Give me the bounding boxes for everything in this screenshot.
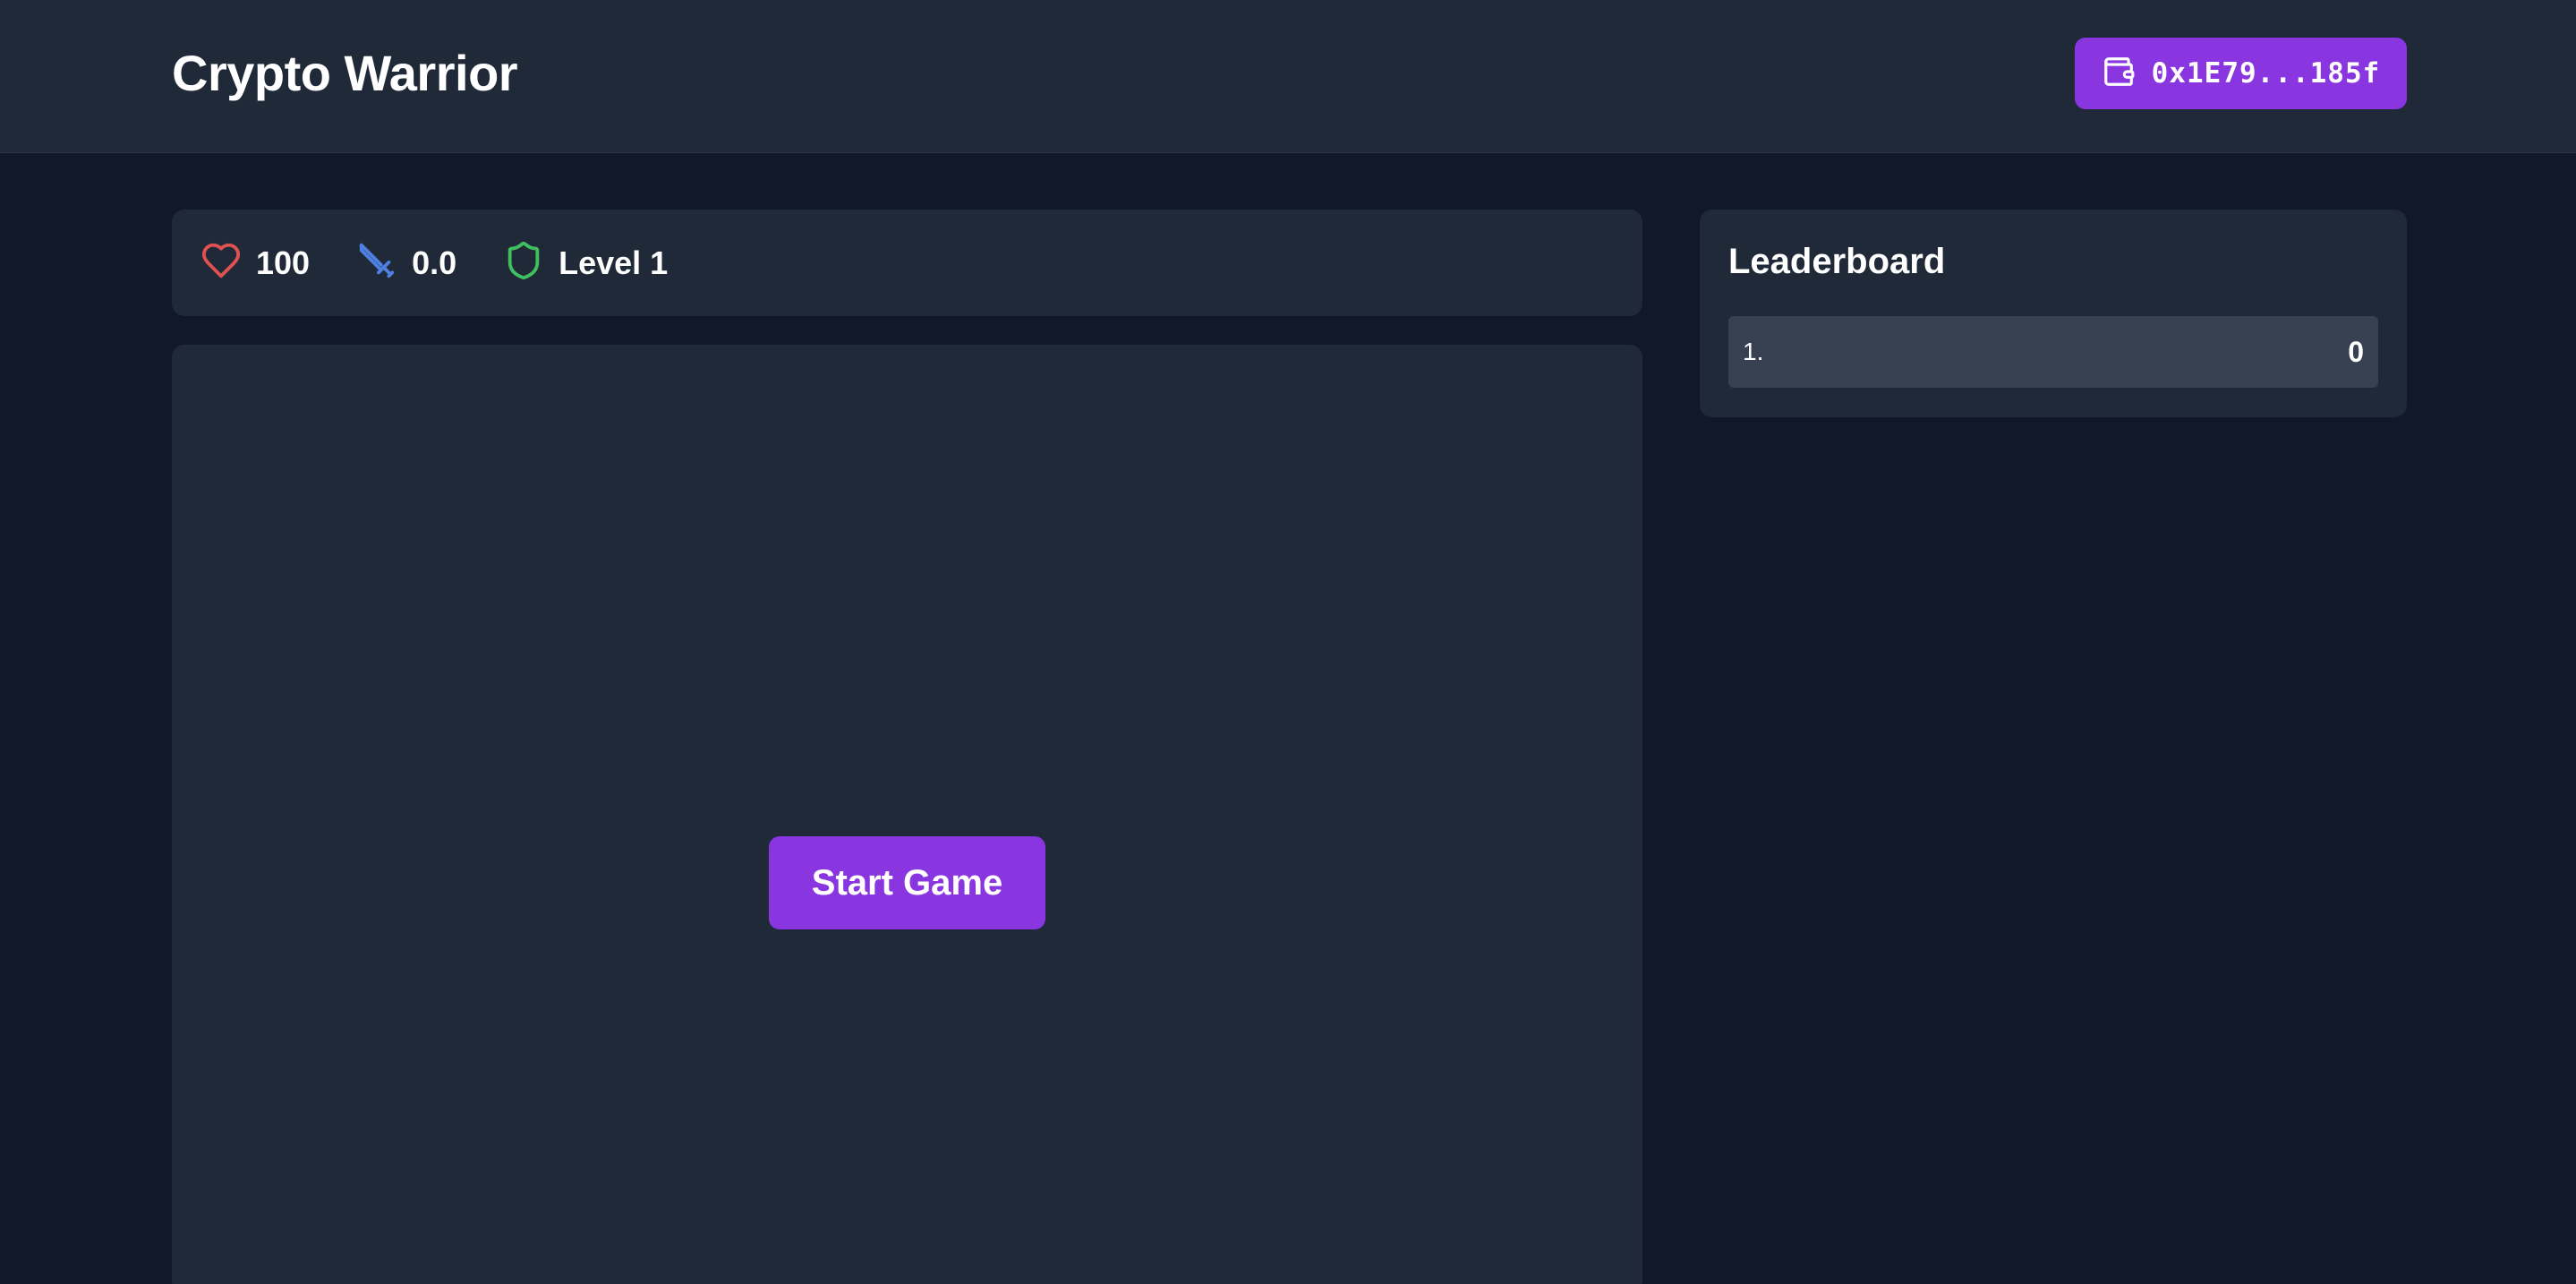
leaderboard-row: 1. 0	[1728, 316, 2378, 388]
start-game-button[interactable]: Start Game	[769, 836, 1045, 929]
player-stats-bar: 100 0.0 Level 1	[172, 210, 1642, 316]
app-root: Crypto Warrior 0x1E79...185f 100 0.0 Lev…	[0, 0, 2576, 1284]
level-value: Level 1	[559, 244, 669, 281]
leaderboard-score: 0	[2348, 335, 2364, 368]
sword-icon	[356, 240, 412, 286]
leaderboard-panel: Leaderboard 1. 0	[1700, 210, 2407, 417]
level-stat: Level 1	[503, 240, 668, 286]
attack-value: 0.0	[412, 244, 457, 281]
app-title: Crypto Warrior	[172, 45, 518, 101]
wallet-address: 0x1E79...185f	[2151, 57, 2381, 90]
game-canvas-area[interactable]: Start Game	[172, 345, 1642, 1284]
health-stat: 100	[200, 240, 310, 286]
top-header: Crypto Warrior 0x1E79...185f	[0, 0, 2576, 153]
leaderboard-title: Leaderboard	[1728, 242, 1946, 281]
shield-icon	[503, 240, 559, 286]
leaderboard-rank: 1.	[1743, 338, 1764, 365]
wallet-button[interactable]: 0x1E79...185f	[2075, 38, 2407, 109]
heart-icon	[200, 240, 256, 286]
wallet-icon	[2102, 55, 2136, 93]
attack-stat: 0.0	[356, 240, 456, 286]
health-value: 100	[256, 244, 311, 281]
